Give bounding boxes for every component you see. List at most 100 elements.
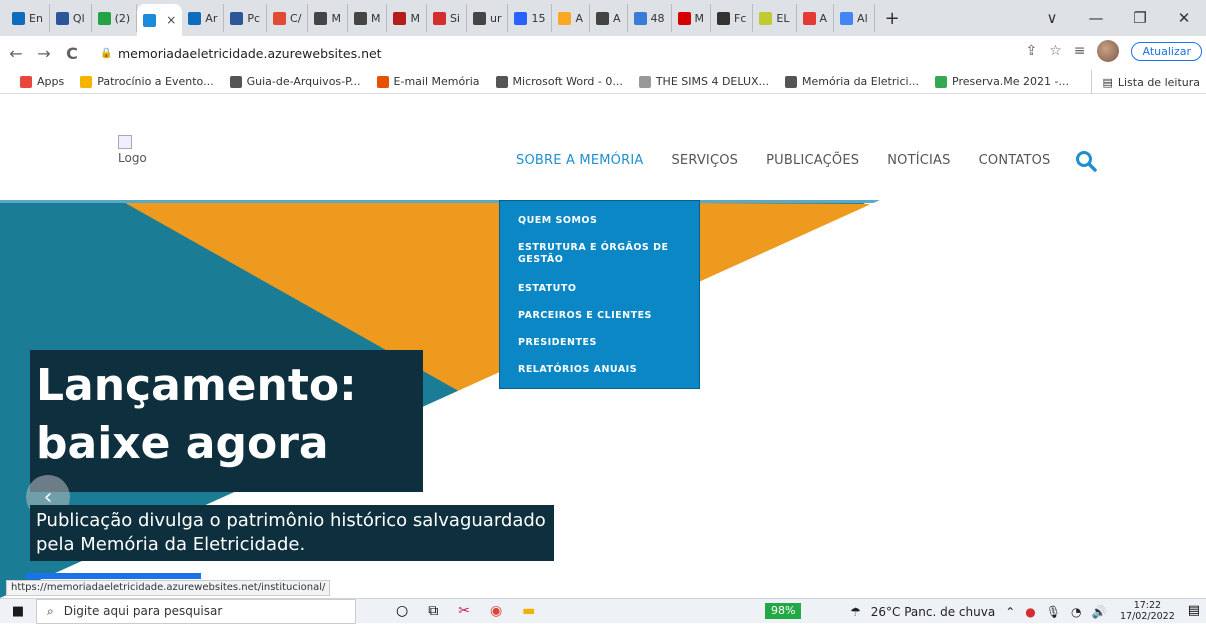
browser-tab[interactable]: Si <box>427 4 467 32</box>
back-button[interactable]: ← <box>4 44 28 63</box>
dropdown-item[interactable]: PARCEIROS E CLIENTES <box>518 310 688 322</box>
dropdown-item[interactable]: ESTRUTURA E ÓRGÃOS DE GESTÃO <box>518 242 688 266</box>
bookmark-label: Guia-de-Arquivos-P... <box>246 75 361 88</box>
dropdown-item[interactable]: PRESIDENTES <box>518 337 688 349</box>
address-bar[interactable]: 🔒 memoriadaeletricidade.azurewebsites.ne… <box>100 40 1000 66</box>
system-tray: ☂ 26°C Panc. de chuva ⌃ ● 🎙 ◔ 🔊 <box>850 599 1106 624</box>
browser-tab[interactable]: M <box>348 4 388 32</box>
windows-start-icon[interactable]: ■ <box>0 604 36 619</box>
nav-item[interactable]: CONTATOS <box>979 153 1051 168</box>
browser-tab[interactable]: Ar <box>182 4 225 32</box>
chevron-up-icon[interactable]: ⌃ <box>1005 605 1015 619</box>
dropdown-item[interactable]: ESTATUTO <box>518 283 688 295</box>
nav-item[interactable]: NOTÍCIAS <box>887 153 950 168</box>
cortana-icon[interactable]: ○ <box>396 603 408 619</box>
bookmark-icon <box>229 75 242 88</box>
browser-tab[interactable]: A <box>797 4 835 32</box>
volume-icon[interactable]: 🔊 <box>1091 605 1106 619</box>
browser-tab[interactable]: EL <box>753 4 797 32</box>
file-explorer-icon[interactable]: ▬ <box>522 603 535 619</box>
browser-tab[interactable]: ur <box>467 4 509 32</box>
browser-tab[interactable]: M <box>308 4 348 32</box>
search-icon[interactable] <box>1075 150 1097 172</box>
browser-tab[interactable]: A <box>552 4 591 32</box>
snipping-tool-icon[interactable]: ✂ <box>458 603 470 619</box>
browser-tab[interactable]: 48 <box>628 4 672 32</box>
browser-tab[interactable]: En <box>6 4 50 32</box>
weather-icon[interactable]: ☂ <box>850 605 861 619</box>
bookmark-star-icon[interactable]: ☆ <box>1049 43 1062 59</box>
bookmark-item[interactable]: Microsoft Word - 0... <box>495 75 623 88</box>
wifi-icon[interactable]: ◔ <box>1071 605 1081 619</box>
tab-label: Si <box>449 11 460 25</box>
bookmark-item[interactable]: Guia-de-Arquivos-P... <box>229 75 361 88</box>
nav-item[interactable]: SERVIÇOS <box>671 153 738 168</box>
bookmark-item[interactable]: Apps <box>20 75 64 88</box>
restore-button[interactable]: ❐ <box>1118 9 1162 27</box>
tab-favicon-icon <box>143 13 157 27</box>
battery-indicator[interactable]: 98% <box>765 603 802 619</box>
dropdown-item[interactable]: QUEM SOMOS <box>518 215 688 227</box>
browser-tab[interactable]: Pc <box>224 4 268 32</box>
tab-label: M <box>331 11 341 25</box>
browser-toolbar: ← → C 🔒 memoriadaeletricidade.azurewebsi… <box>0 36 1206 70</box>
tab-search-icon[interactable]: ∨ <box>1030 9 1074 27</box>
bookmark-item[interactable]: E-mail Memória <box>376 75 480 88</box>
bookmark-item[interactable]: Preserva.Me 2021 -... <box>935 75 1069 88</box>
bookmark-item[interactable]: Memória da Eletrici... <box>785 75 919 88</box>
main-navigation: SOBRE A MEMÓRIA SERVIÇOS PUBLICAÇÕES NOTÍCI… <box>516 153 1050 168</box>
browser-tab[interactable]: C/ <box>267 4 309 32</box>
bookmark-label: Microsoft Word - 0... <box>512 75 623 88</box>
weather-text[interactable]: 26°C Panc. de chuva <box>871 605 995 619</box>
bookmark-icon <box>376 75 389 88</box>
hero-cta-strip[interactable] <box>26 573 201 579</box>
headline-line-1: Lançamento: <box>36 360 357 411</box>
chrome-icon[interactable]: ◉ <box>490 603 502 619</box>
notification-icon[interactable]: ▤ <box>1188 603 1200 618</box>
microphone-icon[interactable]: 🎙 <box>1046 605 1061 619</box>
browser-tab[interactable]: Ql <box>50 4 92 32</box>
taskbar-search[interactable]: ⌕ Digite aqui para pesquisar <box>36 598 356 624</box>
bookmark-icon <box>638 75 651 88</box>
hero-headline[interactable]: Lançamento: baixe agora <box>36 357 357 473</box>
system-clock[interactable]: 17:22 17/02/2022 <box>1120 600 1175 622</box>
dropdown-item[interactable]: RELATÓRIOS ANUAIS <box>518 364 688 376</box>
url-text[interactable]: memoriadaeletricidade.azurewebsites.net <box>118 46 382 61</box>
browser-tab[interactable]: 15 <box>508 4 553 32</box>
profile-avatar[interactable] <box>1097 40 1120 62</box>
nav-item[interactable]: SOBRE A MEMÓRIA <box>516 153 643 168</box>
browser-tab[interactable]: M <box>387 4 427 32</box>
browser-tab[interactable]: A <box>590 4 628 32</box>
browser-tab[interactable]: × <box>137 4 183 36</box>
bookmark-item[interactable]: Patrocínio a Evento... <box>80 75 214 88</box>
close-tab-icon[interactable]: × <box>166 13 176 27</box>
reload-button[interactable]: C <box>60 44 84 63</box>
bookmark-icon <box>495 75 508 88</box>
bookmark-icon <box>935 75 948 88</box>
forward-button[interactable]: → <box>32 44 56 63</box>
bookmark-item[interactable]: THE SIMS 4 DELUX... <box>638 75 769 88</box>
browser-tab[interactable]: Fc <box>711 4 754 32</box>
browser-tab[interactable]: Al <box>834 4 875 32</box>
task-view-icon[interactable]: ⧉ <box>428 603 438 619</box>
reading-list-button[interactable]: ▤ Lista de leitura <box>1091 70 1200 94</box>
tab-label: Fc <box>734 11 747 25</box>
close-window-button[interactable]: ✕ <box>1162 9 1206 27</box>
nav-item[interactable]: PUBLICAÇÕES <box>766 153 859 168</box>
new-tab-button[interactable]: + <box>875 8 910 29</box>
browser-tab[interactable]: (2) <box>92 4 138 32</box>
tab-favicon-icon <box>353 11 367 25</box>
tab-favicon-icon <box>717 11 731 25</box>
tab-label: A <box>575 11 584 25</box>
app-tray-icon[interactable]: ● <box>1025 605 1035 619</box>
browser-tab[interactable]: M <box>672 4 712 32</box>
minimize-button[interactable]: — <box>1074 9 1118 27</box>
reading-list-icon[interactable]: ≡ <box>1074 43 1086 59</box>
tab-favicon-icon <box>432 11 446 25</box>
share-icon[interactable]: ⇪ <box>1025 43 1037 59</box>
reading-list-label: Lista de leitura <box>1117 75 1200 89</box>
taskbar-apps: ○ ⧉ ✂ ◉ ▬ <box>396 603 535 619</box>
update-button[interactable]: Atualizar <box>1131 41 1202 61</box>
site-logo[interactable]: Logo <box>118 135 147 165</box>
tab-favicon-icon <box>677 11 691 25</box>
